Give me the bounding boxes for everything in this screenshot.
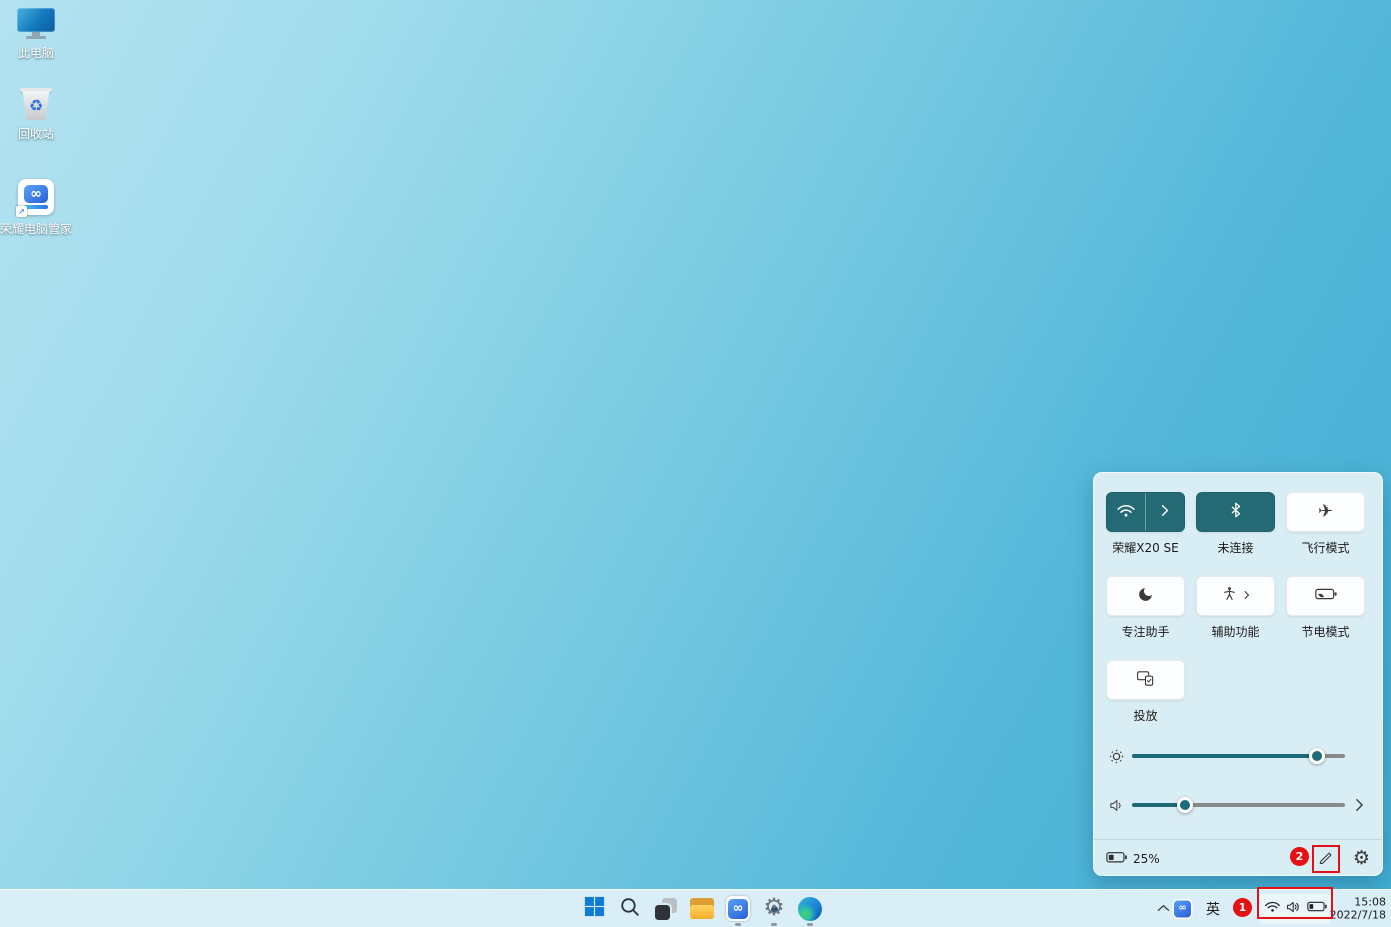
speaker-icon	[1286, 900, 1302, 918]
running-indicator	[807, 923, 813, 926]
taskbar: ∞ ⚙ ∞ 英	[0, 889, 1391, 927]
clock[interactable]: 15:08 2022/7/18	[1330, 895, 1386, 922]
quick-settings-grid: 荣耀X20 SE 未连接 ✈ 飞行模式	[1106, 492, 1365, 724]
brightness-slider-row	[1106, 746, 1345, 766]
open-settings-button[interactable]: ⚙	[1353, 849, 1370, 868]
volume-slider-row	[1106, 795, 1364, 815]
hidden-icons-button[interactable]	[1152, 897, 1174, 921]
honor-pc-manager-icon: ∞ ↗	[18, 179, 54, 215]
gear-icon: ⚙	[762, 897, 786, 921]
running-indicator	[771, 923, 777, 926]
quick-settings-panel: 荣耀X20 SE 未连接 ✈ 飞行模式	[1093, 472, 1383, 876]
chevron-up-icon	[1157, 901, 1170, 916]
folder-icon	[690, 898, 714, 919]
settings-button[interactable]: ⚙	[762, 896, 786, 922]
cast-icon	[1136, 669, 1155, 692]
brightness-slider[interactable]	[1132, 754, 1345, 758]
annotation-rect-edit-button	[1312, 845, 1340, 873]
desktop-icon-label: 荣耀电脑管家	[0, 220, 72, 237]
honor-pc-manager-button[interactable]: ∞	[726, 896, 750, 922]
chevron-right-icon	[1244, 589, 1250, 604]
edge-icon	[798, 897, 822, 921]
search-icon	[619, 896, 641, 922]
battery-status-button[interactable]: 25%	[1106, 851, 1160, 867]
brightness-slider-thumb[interactable]	[1309, 748, 1325, 764]
gear-icon: ⚙	[1353, 847, 1370, 869]
airplane-mode-tile[interactable]: ✈	[1286, 492, 1365, 532]
chevron-right-icon	[1161, 504, 1169, 521]
volume-output-expand-button[interactable]	[1355, 798, 1364, 812]
airplane-mode-tile-label: 飞行模式	[1301, 539, 1349, 556]
pencil-icon	[1318, 853, 1333, 868]
focus-assist-tile-label: 专注助手	[1121, 623, 1169, 640]
airplane-icon: ✈	[1318, 503, 1333, 521]
wifi-toggle-button[interactable]	[1107, 493, 1145, 531]
wifi-tile-label: 荣耀X20 SE	[1112, 539, 1179, 556]
start-button[interactable]	[582, 896, 606, 922]
battery-saver-tile[interactable]	[1286, 576, 1365, 616]
battery-icon	[1106, 851, 1127, 867]
recycle-glyph: ♻	[29, 98, 43, 114]
ime-label: 英	[1206, 899, 1220, 919]
cast-tile-label: 投放	[1133, 707, 1157, 724]
battery-leaf-icon	[1315, 587, 1337, 605]
battery-icon	[1307, 901, 1327, 916]
bluetooth-tile-label: 未连接	[1217, 539, 1253, 556]
brightness-icon	[1106, 747, 1126, 766]
date-label: 2022/7/18	[1330, 909, 1386, 923]
annotation-step-1-badge: 1	[1233, 898, 1252, 917]
desktop-icon-recycle-bin[interactable]: ♻ 回收站	[0, 88, 72, 142]
battery-percent-label: 25%	[1133, 852, 1160, 866]
recycle-bin-icon: ♻	[21, 88, 51, 120]
focus-assist-tile[interactable]	[1106, 576, 1185, 616]
running-indicator	[735, 923, 741, 926]
time-label: 15:08	[1330, 895, 1386, 909]
windows-logo-icon	[583, 895, 606, 922]
honor-infinity-icon: ∞	[726, 896, 750, 921]
accessibility-tile[interactable]	[1196, 576, 1275, 616]
accessibility-tile-label: 辅助功能	[1211, 623, 1259, 640]
battery-saver-tile-label: 节电模式	[1301, 623, 1349, 640]
cast-tile[interactable]	[1106, 660, 1185, 700]
edit-quick-settings-button[interactable]	[1318, 849, 1333, 868]
infinity-glyph: ∞	[30, 187, 42, 201]
honor-infinity-icon: ∞	[1174, 900, 1191, 917]
annotation-step-2-badge: 2	[1290, 847, 1309, 866]
desktop-icon-label: 此电脑	[18, 44, 54, 61]
wifi-tile	[1106, 492, 1185, 532]
desktop-icon-honor-pc-manager[interactable]: ∞ ↗ 荣耀电脑管家	[0, 179, 72, 237]
desktop-icon-this-pc[interactable]: 此电脑	[0, 8, 72, 61]
wifi-expand-button[interactable]	[1146, 493, 1184, 531]
system-tray-quick-settings-button[interactable]	[1259, 894, 1331, 924]
wifi-icon	[1116, 502, 1136, 523]
volume-slider[interactable]	[1132, 803, 1345, 807]
file-explorer-button[interactable]	[690, 896, 714, 922]
bluetooth-icon	[1230, 502, 1242, 522]
ime-language-button[interactable]: 英	[1200, 897, 1226, 921]
taskbar-center-buttons: ∞ ⚙	[582, 896, 822, 922]
volume-slider-thumb[interactable]	[1177, 797, 1193, 813]
task-view-button[interactable]	[654, 896, 678, 922]
edge-button[interactable]	[798, 896, 822, 922]
desktop-icon-label: 回收站	[18, 125, 54, 142]
speaker-icon	[1106, 798, 1126, 813]
shortcut-arrow-icon: ↗	[16, 206, 27, 217]
tray-honor-pc-manager-button[interactable]: ∞	[1174, 900, 1191, 917]
search-button[interactable]	[618, 896, 642, 922]
moon-icon	[1137, 586, 1154, 607]
bluetooth-tile[interactable]	[1196, 492, 1275, 532]
this-pc-icon	[17, 8, 55, 39]
quick-settings-footer: 25% ⚙	[1094, 839, 1382, 877]
task-view-icon	[654, 897, 678, 921]
wifi-icon	[1264, 900, 1281, 917]
accessibility-icon	[1221, 586, 1238, 607]
